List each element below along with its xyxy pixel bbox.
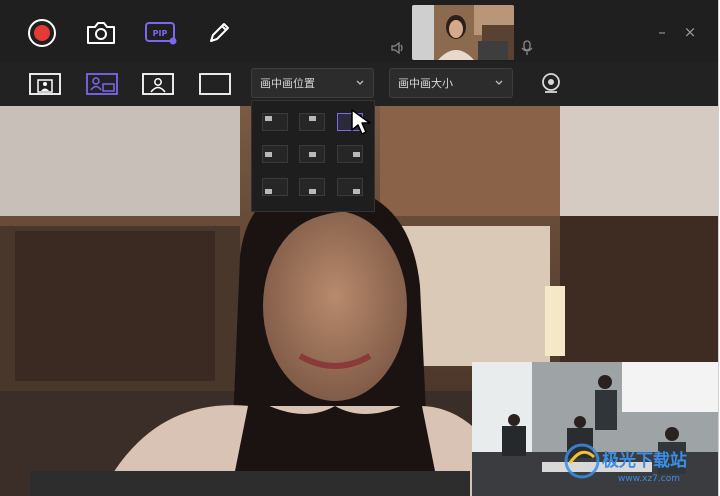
- pos-top-center[interactable]: [299, 113, 325, 131]
- layout-pip-right-icon: [86, 73, 118, 95]
- mouse-cursor-icon: [349, 108, 377, 140]
- webcam-icon: [542, 73, 560, 93]
- minimize-button[interactable]: –: [652, 22, 672, 42]
- layout-pip-left-icon: [29, 73, 61, 95]
- layout-pip-left-button[interactable]: [26, 71, 64, 97]
- pip-position-select[interactable]: 画中画位置: [251, 68, 374, 98]
- blank-frame-icon: [199, 73, 231, 95]
- layout-person-button[interactable]: [139, 71, 177, 97]
- pip-position-label: 画中画位置: [260, 77, 315, 90]
- camera-preview-thumbnail[interactable]: [412, 5, 514, 60]
- pip-toggle-button[interactable]: PIP: [142, 15, 180, 51]
- pos-middle-center[interactable]: [299, 145, 325, 163]
- watermark-url: www.xz7.com: [618, 474, 680, 484]
- chevron-down-icon: [356, 80, 364, 85]
- pos-middle-left[interactable]: [262, 145, 288, 163]
- pip-size-select[interactable]: 画中画大小: [389, 68, 513, 98]
- microphone-icon[interactable]: [520, 40, 534, 60]
- webcam-button[interactable]: [538, 71, 564, 97]
- person-frame-icon: [142, 73, 174, 95]
- watermark-logo: 极光下载站 www.xz7.com: [560, 441, 710, 486]
- pos-middle-right[interactable]: [337, 145, 363, 163]
- watermark-text: 极光下载站: [602, 450, 687, 471]
- pip-badge-text: PIP: [153, 29, 168, 38]
- pos-bottom-center[interactable]: [299, 178, 325, 196]
- screenshot-button[interactable]: [83, 15, 119, 51]
- close-button[interactable]: ×: [680, 22, 700, 42]
- pip-icon: PIP: [145, 22, 177, 45]
- screen-recorder-window: PIP – × 画中画位置 画中画大小 极光下载站 www.xz7.com: [0, 0, 719, 496]
- pos-bottom-right[interactable]: [337, 178, 363, 196]
- pos-top-left[interactable]: [262, 113, 288, 131]
- pencil-icon: [210, 23, 229, 42]
- pos-bottom-left[interactable]: [262, 178, 288, 196]
- layout-blank-button[interactable]: [196, 71, 234, 97]
- pip-size-label: 画中画大小: [398, 77, 453, 90]
- speaker-icon[interactable]: [390, 40, 406, 60]
- record-button[interactable]: [24, 15, 60, 51]
- chevron-down-icon: [495, 80, 503, 85]
- edit-button[interactable]: [201, 15, 237, 51]
- top-toolbar: PIP – ×: [0, 0, 718, 62]
- record-icon: [28, 19, 56, 47]
- layout-pip-right-button[interactable]: [83, 71, 121, 97]
- camera-icon: [87, 22, 115, 44]
